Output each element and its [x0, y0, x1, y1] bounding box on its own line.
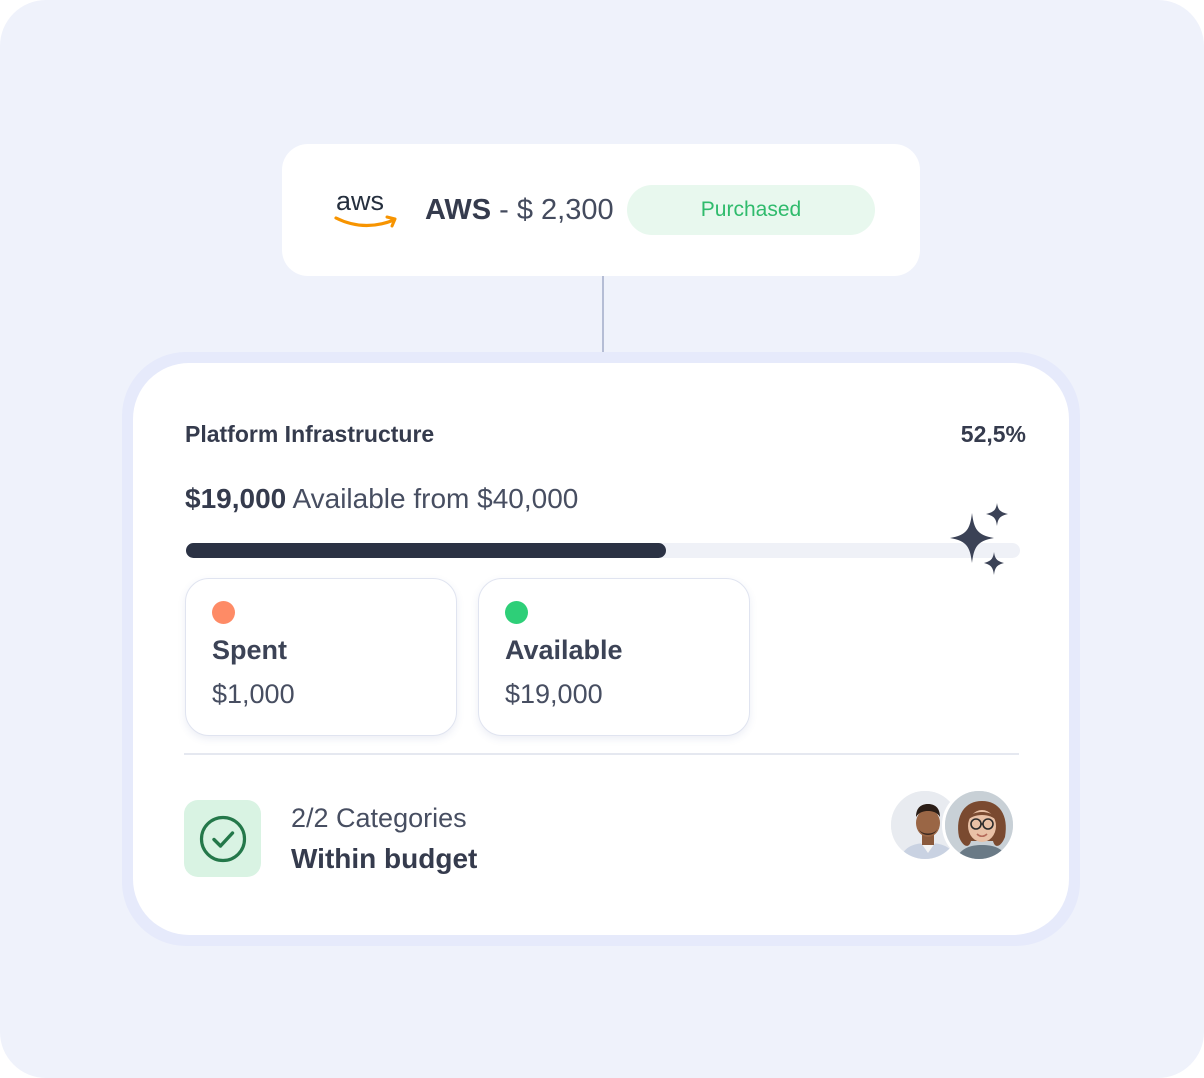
status-badge: Purchased — [627, 185, 875, 235]
purchase-amount: $ 2,300 — [516, 194, 614, 226]
stat-value-available: $19,000 — [505, 679, 603, 709]
connector-line — [602, 276, 604, 364]
available-dot-icon — [505, 601, 528, 624]
check-circle-icon — [199, 815, 246, 862]
avatar[interactable] — [942, 788, 1016, 862]
stat-label-available: Available — [505, 635, 623, 665]
aws-logo: aws — [334, 186, 397, 228]
categories-status: Within budget — [291, 843, 478, 874]
check-badge — [184, 800, 261, 877]
vendor-separator: - — [499, 194, 509, 226]
categories-count: 2/2 Categories — [291, 803, 467, 833]
progress-track — [186, 543, 1020, 558]
spent-dot-icon — [212, 601, 235, 624]
available-amount: $19,000 — [185, 483, 287, 514]
sparkle-icon — [950, 503, 1008, 575]
stat-card-spent[interactable]: Spent $1,000 — [185, 578, 457, 736]
budget-title: Platform Infrastructure — [185, 421, 435, 447]
stat-card-available[interactable]: Available $19,000 — [478, 578, 750, 736]
vendor-name: AWS — [425, 194, 492, 226]
stat-value-spent: $1,000 — [212, 679, 295, 709]
available-text: Available from $40,000 — [292, 483, 579, 514]
progress-fill — [186, 543, 666, 558]
svg-text:aws: aws — [336, 186, 384, 216]
purchase-title: AWS - $ 2,300 — [425, 192, 614, 228]
stat-label-spent: Spent — [212, 635, 288, 665]
budget-percent: 52,5% — [960, 421, 1026, 447]
divider — [184, 753, 1019, 755]
budget-amount: $19,000 Available from $40,000 — [185, 483, 578, 515]
